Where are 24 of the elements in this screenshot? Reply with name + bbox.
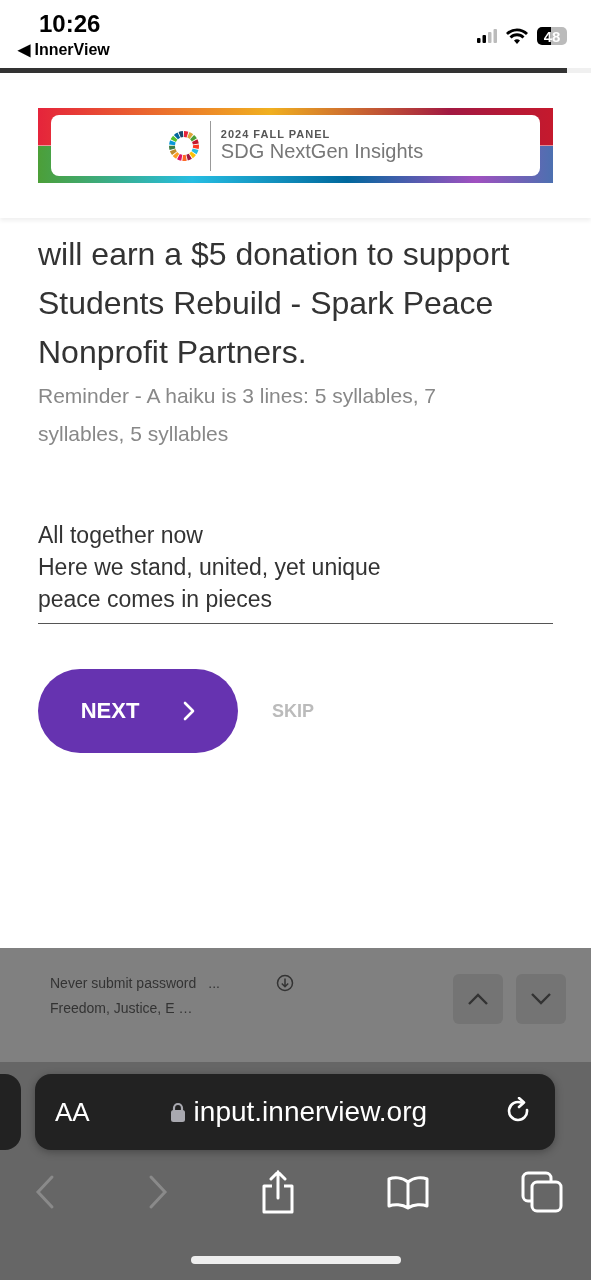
wifi-icon [506, 28, 528, 44]
download-icon[interactable] [275, 974, 294, 992]
url-text: input.innerview.org [193, 1096, 428, 1128]
reminder-text: Reminder - A haiku is 3 lines: 5 syllables, 7 syllables, 5 syllables [38, 383, 438, 447]
banner-eyebrow: 2024 FALL PANEL [220, 128, 332, 140]
sdg-wheel-icon [167, 129, 200, 162]
previous-field-button[interactable] [453, 974, 503, 1024]
lock-icon [169, 1101, 186, 1123]
chevron-right-icon [183, 701, 196, 721]
clock-time: 10:26 [38, 9, 102, 38]
tabs-icon[interactable] [521, 1171, 563, 1213]
address-bar[interactable]: AA input.innerview.org [35, 1074, 555, 1150]
chevron-down-icon [530, 992, 552, 1006]
text-size-button[interactable]: AA [55, 1096, 90, 1128]
question-text: will earn a $5 donation to support Students Rebuild - Spark Peace Nonprofit Partners. [38, 235, 511, 372]
answer-field[interactable]: All together now Here we stand, united, yet unique peace comes in pieces [38, 519, 553, 624]
next-button[interactable]: NEXT [38, 669, 238, 753]
next-field-button[interactable] [516, 974, 566, 1024]
chevron-up-icon [467, 992, 489, 1006]
signal-icon [477, 29, 497, 43]
banner-title: SDG NextGen Insights [220, 140, 424, 163]
tab-stub[interactable] [0, 1074, 21, 1150]
bookmarks-icon[interactable] [386, 1174, 431, 1210]
back-to-app-link[interactable]: ◀ InnerView [18, 39, 110, 59]
